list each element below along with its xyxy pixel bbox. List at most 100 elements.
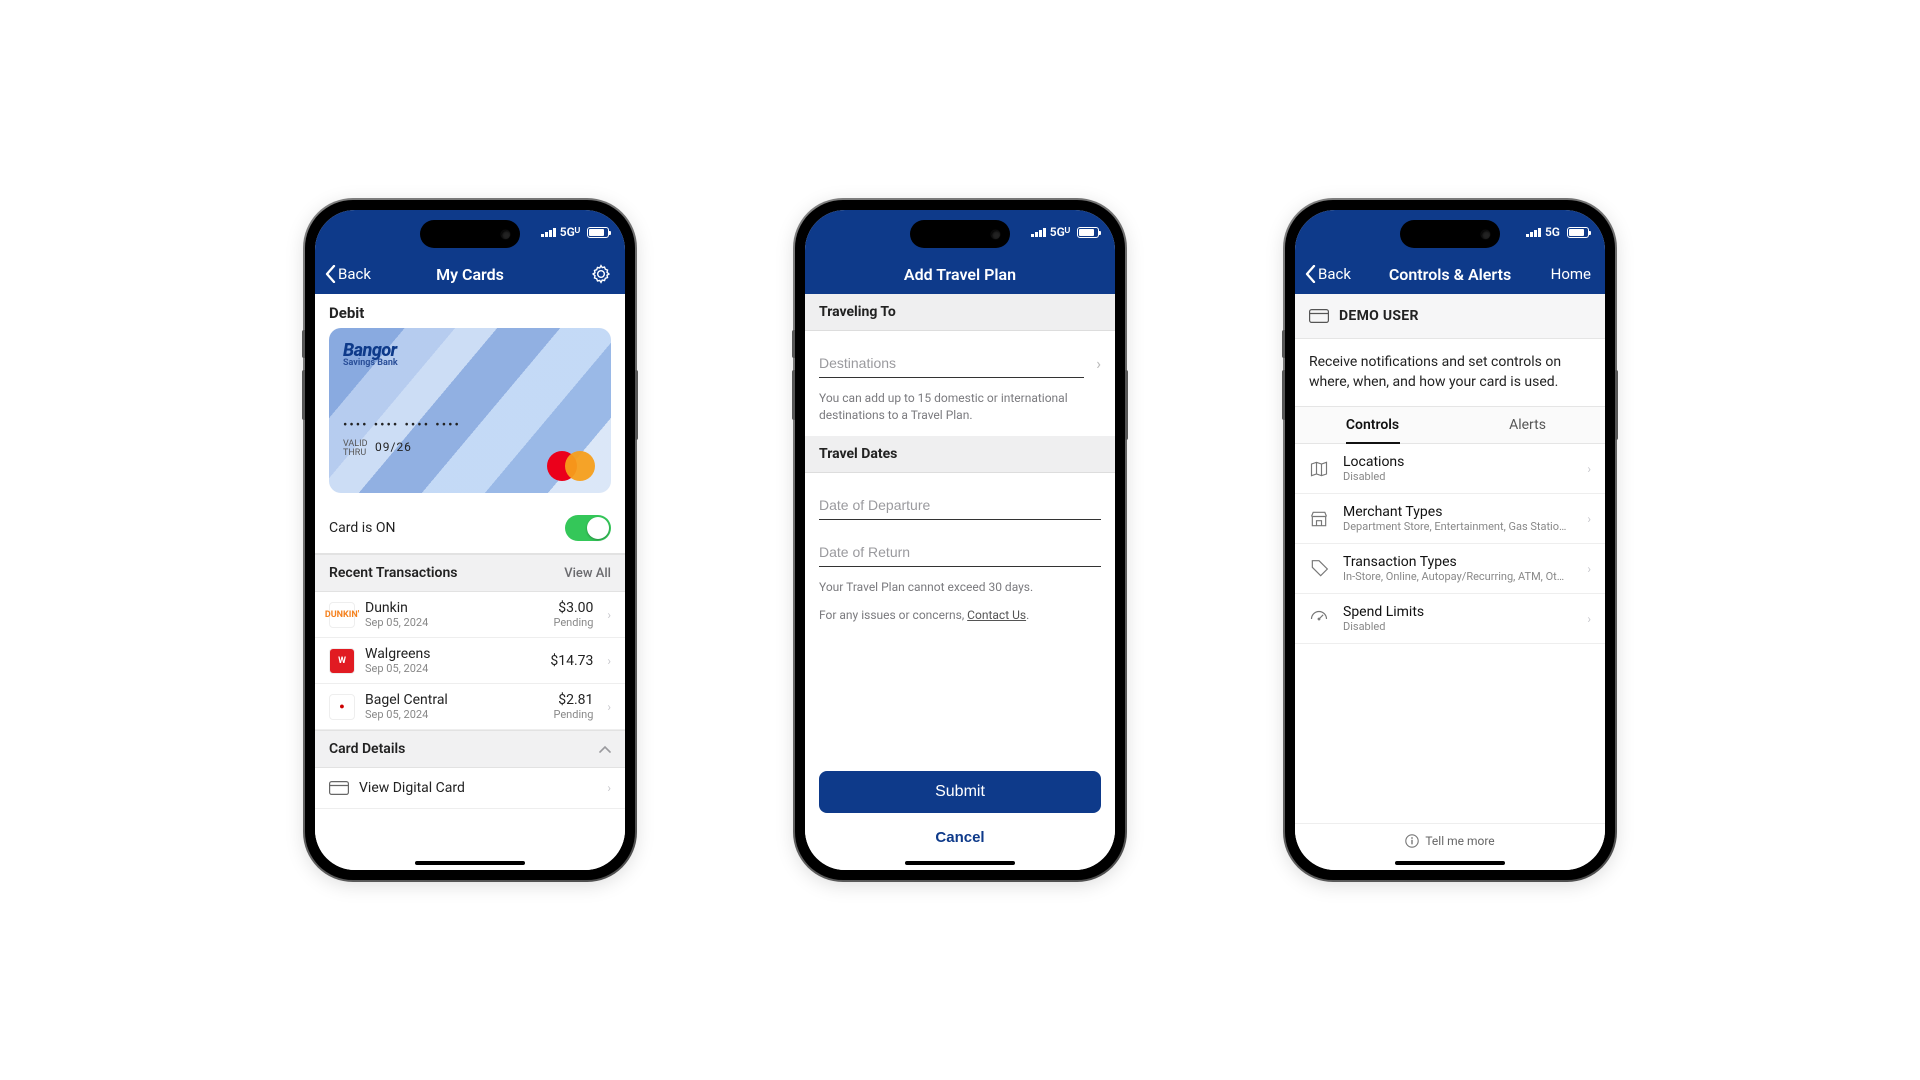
map-icon [1309,459,1331,479]
card-expiry: 09/26 [375,440,412,454]
merchant-name: Dunkin [365,600,543,616]
view-digital-card-row[interactable]: View Digital Card › [315,768,625,809]
battery-icon [1077,227,1099,238]
mastercard-logo [547,451,595,481]
home-button[interactable]: Home [1551,265,1591,283]
card-type-label: Debit [315,294,625,328]
back-button[interactable]: Back [325,265,371,283]
nav-bar: Back Controls & Alerts Home [1295,254,1605,294]
control-subtitle: Department Store, Entertainment, Gas Sta… [1343,520,1571,533]
bank-logo: BangorSavings Bank [343,340,398,368]
control-row-merchant-types[interactable]: Merchant Types Department Store, Enterta… [1295,494,1605,544]
submit-button[interactable]: Submit [819,771,1101,813]
merchant-name: Bagel Central [365,692,543,708]
control-title: Transaction Types [1343,554,1571,570]
merchant-icon: ● [329,694,355,720]
tabs: Controls Alerts [1295,406,1605,444]
page-title: Controls & Alerts [1389,265,1511,284]
chevron-left-icon [1305,265,1316,283]
chevron-left-icon [325,265,336,283]
transaction-amount: $3.00 [553,600,593,616]
transaction-date: Sep 05, 2024 [365,708,543,721]
transaction-amount: $2.81 [553,692,593,708]
travel-dates-header: Travel Dates [805,436,1115,473]
card-details-header[interactable]: Card Details [315,730,625,768]
chevron-right-icon: › [607,608,611,622]
control-row-spend-limits[interactable]: Spend Limits Disabled › [1295,594,1605,644]
card-icon [1309,309,1329,323]
control-title: Spend Limits [1343,604,1571,620]
control-row-locations[interactable]: Locations Disabled › [1295,444,1605,494]
transaction-status: Pending [553,616,593,629]
merchant-name: Walgreens [365,646,540,662]
date-return-input[interactable] [819,538,1101,567]
chevron-right-icon: › [607,700,611,714]
user-row: DEMO USER [1295,294,1605,339]
card-icon [329,781,349,795]
date-departure-input[interactable] [819,491,1101,520]
traveling-to-header: Traveling To [805,294,1115,331]
chevron-right-icon: › [1587,562,1591,576]
gauge-icon [1309,609,1331,629]
network-label: 5Gᵁ [1050,225,1070,239]
view-digital-label: View Digital Card [359,780,593,796]
back-label: Back [338,265,371,283]
contact-helper: For any issues or concerns, Contact Us. [805,607,1115,636]
home-indicator[interactable] [905,861,1015,865]
tag-icon [1309,559,1331,579]
tab-alerts[interactable]: Alerts [1450,407,1605,443]
nav-bar: Add Travel Plan [805,254,1115,294]
tab-controls[interactable]: Controls [1295,407,1450,443]
store-icon [1309,509,1331,529]
home-indicator[interactable] [1395,861,1505,865]
nav-bar: Back My Cards [315,254,625,294]
debit-card-image[interactable]: BangorSavings Bank •••• •••• •••• •••• V… [329,328,611,493]
info-icon [1405,834,1419,848]
network-label: 5Gᵁ [560,225,580,239]
cancel-button[interactable]: Cancel [805,819,1115,856]
control-subtitle: In-Store, Online, Autopay/Recurring, ATM… [1343,570,1571,583]
merchant-icon: W [329,648,355,674]
dates-helper: Your Travel Plan cannot exceed 30 days. [805,567,1115,608]
description-text: Receive notifications and set controls o… [1295,339,1605,406]
control-title: Locations [1343,454,1571,470]
control-subtitle: Disabled [1343,620,1571,633]
page-title: My Cards [436,265,504,284]
page-title: Add Travel Plan [904,265,1016,284]
contact-us-link[interactable]: Contact Us [967,608,1026,622]
recent-transactions-header: Recent Transactions View All [315,554,625,592]
card-status-label: Card is ON [329,520,395,536]
chevron-right-icon: › [1587,512,1591,526]
chevron-right-icon: › [607,781,611,795]
control-title: Merchant Types [1343,504,1571,520]
chevron-right-icon: › [1587,462,1591,476]
card-on-row: Card is ON [315,503,625,554]
transaction-date: Sep 05, 2024 [365,616,543,629]
transaction-row[interactable]: DUNKIN' Dunkin Sep 05, 2024 $3.00 Pendin… [315,592,625,638]
home-indicator[interactable] [415,861,525,865]
battery-icon [587,227,609,238]
phone-controls-alerts: 5G Back Controls & Alerts Home DEMO USER… [1285,200,1615,880]
signal-icon [1526,227,1541,237]
view-all-link[interactable]: View All [564,566,611,581]
control-row-transaction-types[interactable]: Transaction Types In-Store, Online, Auto… [1295,544,1605,594]
transaction-date: Sep 05, 2024 [365,662,540,675]
battery-icon [1567,227,1589,238]
network-label: 5G [1545,225,1560,239]
gear-icon [591,264,611,284]
card-number-masked: •••• •••• •••• •••• [343,418,461,433]
card-on-toggle[interactable] [565,515,611,541]
chevron-right-icon: › [1587,612,1591,626]
chevron-right-icon: › [1096,354,1101,373]
transaction-status: Pending [553,708,593,721]
chevron-up-icon [599,745,611,753]
dynamic-island [1400,220,1500,248]
dynamic-island [420,220,520,248]
back-button[interactable]: Back [1305,265,1351,283]
valid-thru-label: VALID THRU [343,440,367,458]
settings-button[interactable] [591,264,611,284]
destinations-input[interactable] [819,349,1084,378]
tell-me-more-link[interactable]: Tell me more [1295,823,1605,848]
transaction-row[interactable]: ● Bagel Central Sep 05, 2024 $2.81 Pendi… [315,684,625,730]
transaction-row[interactable]: W Walgreens Sep 05, 2024 $14.73 › [315,638,625,684]
